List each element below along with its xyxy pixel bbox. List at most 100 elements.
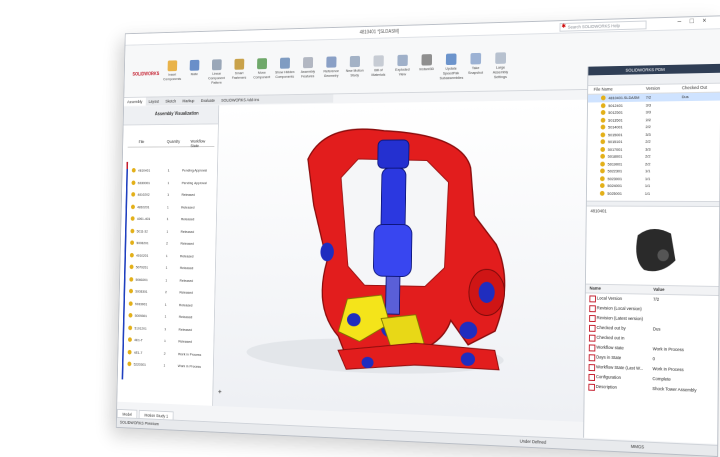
help-search-input[interactable]: ✱ Search SOLIDWORKS Help xyxy=(559,20,647,32)
table-row[interactable]: 4810201 1 Released xyxy=(125,203,213,211)
ribbon-button-label: Exploded View xyxy=(395,66,410,77)
tab-layout[interactable]: Layout xyxy=(145,97,162,105)
ribbon-button-11[interactable]: Instant3D xyxy=(415,54,438,71)
table-row[interactable]: 5033001 1 Released xyxy=(122,300,211,309)
search-placeholder: Search SOLIDWORKS Help xyxy=(567,23,620,30)
ribbon-button-1[interactable]: Mate xyxy=(184,59,205,77)
col-file[interactable]: File xyxy=(139,139,145,144)
table-row[interactable]: 5009301 1 Released xyxy=(122,312,211,322)
list-item[interactable]: 5023001 1/1 xyxy=(587,175,719,183)
part-icon xyxy=(130,204,135,209)
tab-markup[interactable]: Markup xyxy=(179,97,197,105)
table-row[interactable]: 5060201 1 Released xyxy=(123,276,212,285)
row-quantity: 1 xyxy=(167,192,170,197)
property-value: Work in Process xyxy=(652,346,684,353)
ribbon-button-icon xyxy=(167,60,178,72)
item-name: 5017001 xyxy=(607,146,623,152)
item-version: 3/3 xyxy=(645,109,651,115)
table-row[interactable]: 4E1-T 1 Released xyxy=(122,336,211,346)
ribbon-button-13[interactable]: Take Snapshot xyxy=(464,52,487,75)
table-row[interactable]: 4810401 1 Pending Approval xyxy=(126,167,214,174)
property-name: Local Version xyxy=(596,295,623,302)
assembly-visualization-panel: Assembly Visualization File Quantity Wor… xyxy=(117,105,220,406)
list-item[interactable]: 5024001 1/1 xyxy=(587,182,720,189)
shock-tower-model[interactable] xyxy=(213,100,587,422)
ribbon-button-5[interactable]: Show Hidden Components xyxy=(274,57,296,79)
ribbon-button-2[interactable]: Linear Component Pattern xyxy=(206,59,227,85)
stage: 4810401 *[SLDASM] ✱ Search SOLIDWORKS He… xyxy=(0,0,720,457)
row-file: 5009301 xyxy=(134,313,147,319)
solidworks-window: 4810401 *[SLDASM] ✱ Search SOLIDWORKS He… xyxy=(115,15,720,457)
property-icon xyxy=(588,373,596,382)
ribbon-button-14[interactable]: Large Assembly Settings xyxy=(489,52,513,79)
col-quantity[interactable]: Quantity xyxy=(167,139,180,144)
tab-sketch[interactable]: Sketch xyxy=(162,97,179,105)
ribbon-button-4[interactable]: Move Component xyxy=(251,58,273,79)
window-title: 4810401 *[SLDASM] xyxy=(359,28,399,36)
table-row[interactable]: 4010201 1 Released xyxy=(124,252,213,260)
ribbon-button-icon xyxy=(421,54,433,66)
status-units[interactable]: MMGS xyxy=(631,444,644,450)
table-row[interactable]: 5070201 1 Released xyxy=(123,264,212,273)
column-headers: File Quantity Workflow State xyxy=(127,137,215,148)
ribbon-button-10[interactable]: Exploded View xyxy=(391,54,414,77)
table-row[interactable]: 5011-32 1 Released xyxy=(124,227,212,235)
property-icon xyxy=(588,354,596,362)
col-checked-out[interactable]: Checked Out xyxy=(682,85,707,90)
table-row[interactable]: 4810202 1 Released xyxy=(125,191,213,198)
part-icon xyxy=(130,240,135,245)
table-row[interactable]: 5220301 1 Work in Process xyxy=(121,360,210,370)
ribbon-button-8[interactable]: New Motion Study xyxy=(344,55,366,78)
row-quantity: 2 xyxy=(163,350,166,356)
ribbon-button-7[interactable]: Reference Geometry xyxy=(320,56,342,78)
property-value: Complete xyxy=(652,376,671,382)
item-version: 2/2 xyxy=(645,124,651,130)
graphics-area[interactable]: ✚ xyxy=(212,99,588,422)
col-workflow-state[interactable]: Workflow State xyxy=(190,139,214,148)
row-state: Released xyxy=(179,302,193,307)
row-state: Released xyxy=(180,253,194,258)
row-file: 4810202 xyxy=(137,192,150,197)
row-quantity: 1 xyxy=(166,228,169,234)
table-row[interactable]: 5101201 1 Released xyxy=(122,324,211,334)
tab-assembly[interactable]: Assembly xyxy=(124,97,146,106)
part-icon xyxy=(130,228,135,233)
property-value: 0 xyxy=(652,356,656,362)
table-row[interactable]: 5003201 2 Released xyxy=(124,239,213,247)
part-icon xyxy=(129,252,134,258)
ribbon-button-icon xyxy=(445,53,457,66)
tab-addins[interactable]: SOLIDWORKS Add-Ins xyxy=(218,96,263,105)
row-state: Released xyxy=(180,216,195,222)
property-name: Revision (Latest version) xyxy=(596,315,644,322)
property-name: Checked out in xyxy=(596,334,625,341)
row-file: 5003301 xyxy=(135,288,148,294)
ribbon-button-12[interactable]: Update SpeedPak Subassemblies xyxy=(439,53,463,80)
row-state: Released xyxy=(178,314,193,320)
table-row[interactable]: 4001-401 1 Released xyxy=(124,215,212,223)
col-version[interactable]: Version xyxy=(646,86,660,91)
ribbon-button-9[interactable]: Bill of Materials xyxy=(367,55,390,77)
ribbon-button-icon xyxy=(349,55,361,68)
ribbon-button-3[interactable]: Smart Fasteners xyxy=(229,58,250,80)
item-version: 2/2 xyxy=(645,138,651,144)
table-row[interactable]: 6330001 1 Pending Approval xyxy=(125,179,213,186)
tab-evaluate[interactable]: Evaluate xyxy=(198,96,219,104)
file-icon xyxy=(600,102,606,108)
table-row[interactable]: 4E1-T 2 Work in Process xyxy=(121,348,210,358)
ribbon-button-6[interactable]: Assembly Features xyxy=(297,56,319,79)
file-icon xyxy=(600,110,606,115)
ribbon-button-0[interactable]: Insert Components xyxy=(162,60,183,81)
window-controls[interactable]: –□× xyxy=(678,17,716,25)
property-icon xyxy=(588,344,596,352)
list-item[interactable]: 5025001 1/1 xyxy=(587,189,720,197)
item-version: 1/1 xyxy=(645,168,651,174)
col-file-name[interactable]: File Name xyxy=(594,87,613,92)
item-version: 1/1 xyxy=(644,190,651,196)
row-quantity: 1 xyxy=(164,301,167,307)
item-version: 1/1 xyxy=(644,183,651,189)
file-icon xyxy=(600,124,606,130)
table-row[interactable]: 5003301 2 Released xyxy=(123,288,212,297)
file-icon xyxy=(600,117,606,123)
row-state: Released xyxy=(178,338,192,344)
property-icon xyxy=(588,364,596,372)
